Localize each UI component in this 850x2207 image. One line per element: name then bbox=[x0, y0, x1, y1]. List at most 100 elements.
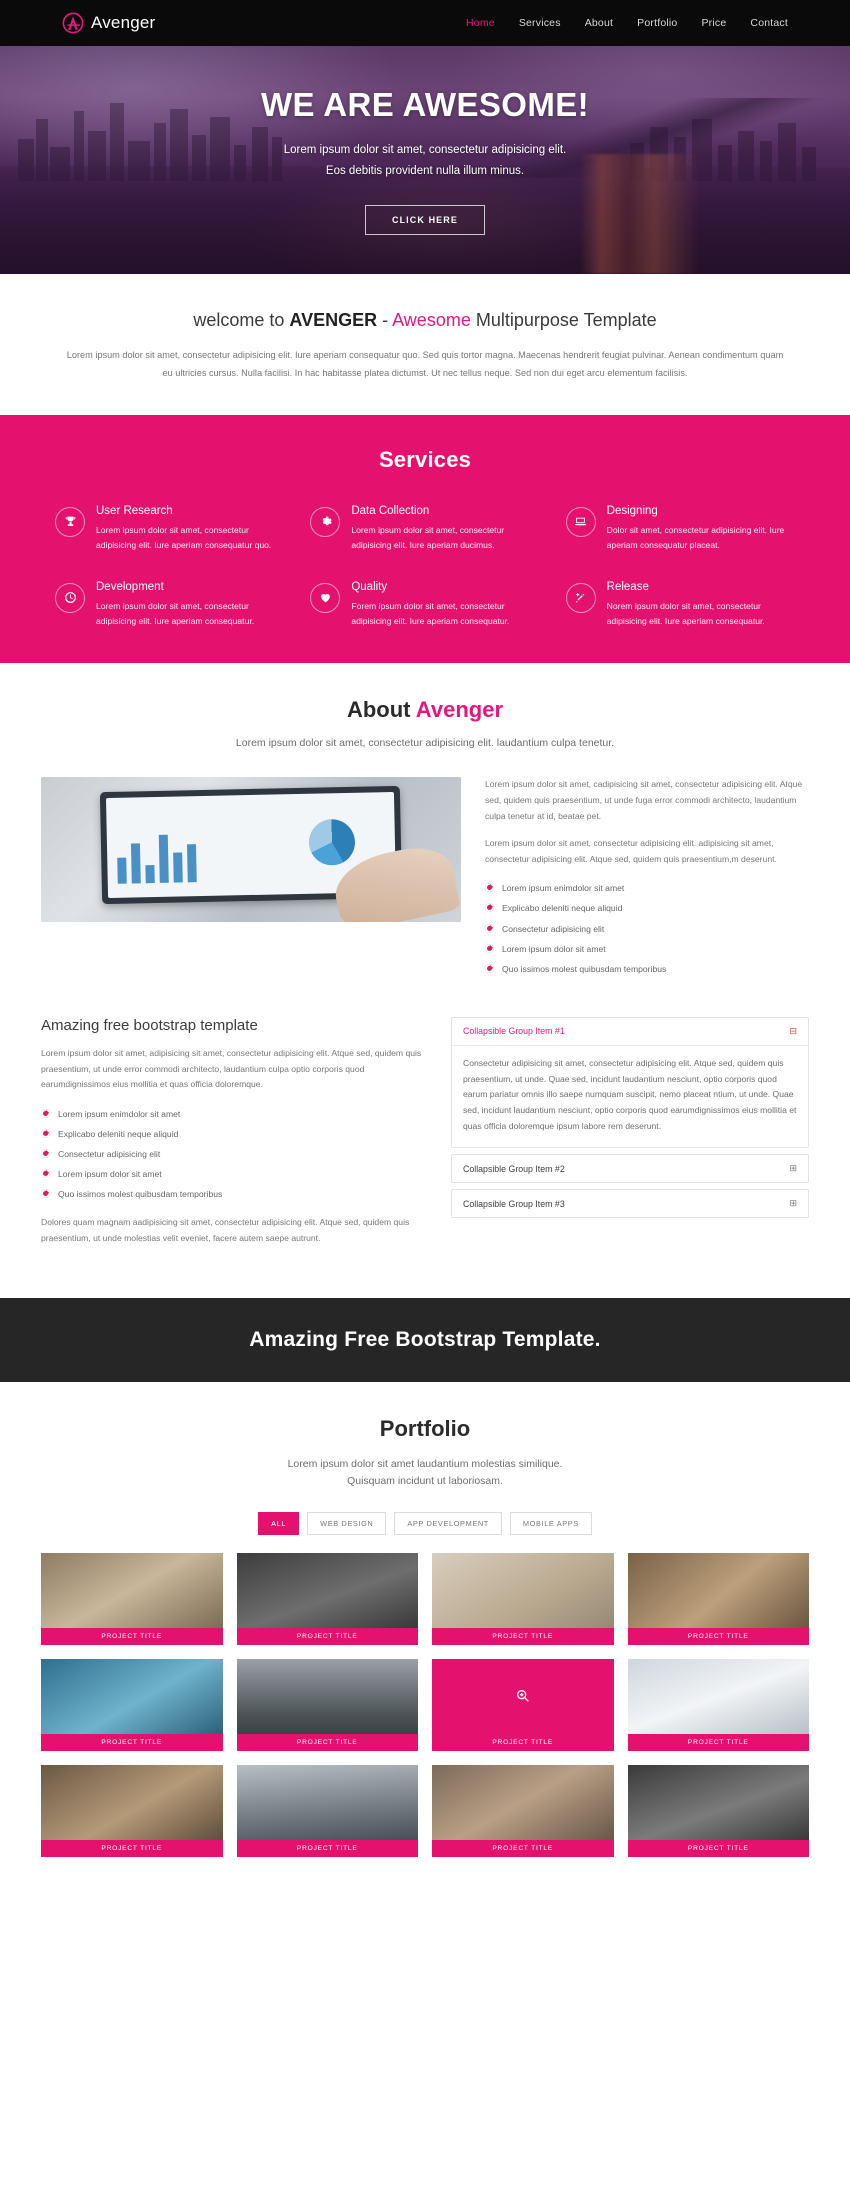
portfolio-grid: PROJECT TITLE PROJECT TITLE PROJECT TITL… bbox=[41, 1552, 809, 1875]
bootstrap-section: Amazing free bootstrap template Lorem ip… bbox=[0, 988, 850, 1299]
accordion-title: Collapsible Group Item #3 bbox=[463, 1198, 565, 1209]
filter-all[interactable]: ALL bbox=[258, 1511, 300, 1535]
portfolio-heading: Portfolio bbox=[379, 1416, 471, 1442]
service-text: Lorem ipsum dolor sit amet, consectetur … bbox=[96, 600, 255, 626]
portfolio-item[interactable]: PROJECT TITLE bbox=[627, 1552, 809, 1645]
nav-link-services[interactable]: Services bbox=[519, 17, 561, 29]
list-item: Explicabo deleniti neque aliquid bbox=[485, 898, 809, 918]
service-card-release[interactable]: Release Norem ipsum dolor sit amet, cons… bbox=[565, 580, 795, 629]
service-card-development[interactable]: Development Lorem ipsum dolor sit amet, … bbox=[55, 581, 284, 629]
hero-subtitle-line1: Lorem ipsum dolor sit amet, consectetur … bbox=[283, 144, 567, 156]
bootstrap-heading: Amazing free bootstrap template bbox=[41, 1016, 258, 1034]
service-card-data-collection[interactable]: Data Collection Lorem ipsum dolor sit am… bbox=[310, 505, 539, 553]
nav-link-price[interactable]: Price bbox=[701, 17, 726, 29]
about-heading-part1: About bbox=[346, 697, 416, 722]
list-item: Lorem ipsum dolor sit amet bbox=[485, 939, 809, 959]
list-item: Lorem ipsum enimdolor sit amet bbox=[41, 1104, 423, 1124]
about-paragraph-2: Lorem ipsum dolor sit amet, consectetur … bbox=[485, 837, 777, 864]
plus-square-icon[interactable]: ⊞ bbox=[789, 1198, 797, 1209]
service-title: Release bbox=[606, 580, 649, 593]
magnifier-zoom-icon[interactable] bbox=[515, 1688, 531, 1704]
plus-square-icon[interactable]: ⊞ bbox=[789, 1163, 797, 1174]
accordion-panel-3: Collapsible Group Item #3 ⊞ bbox=[451, 1189, 809, 1219]
service-card-quality[interactable]: Quality Forem ipsum dolor sit amet, cons… bbox=[310, 581, 539, 629]
service-card-designing[interactable]: Designing Dolor sit amet, consectetur ad… bbox=[565, 504, 795, 553]
heart-icon bbox=[310, 582, 341, 613]
portfolio-item[interactable]: PROJECT TITLE bbox=[432, 1764, 614, 1857]
portfolio-item[interactable]: PROJECT TITLE bbox=[236, 1764, 418, 1857]
welcome-title-part1: welcome to bbox=[193, 310, 290, 330]
list-item: Lorem ipsum enimdolor sit amet bbox=[485, 878, 809, 898]
clock-icon bbox=[55, 582, 85, 613]
portfolio-caption: PROJECT TITLE bbox=[627, 1627, 809, 1645]
service-text: Norem ipsum dolor sit amet, consectetur … bbox=[606, 600, 765, 626]
hero-title: WE ARE AWESOME! bbox=[260, 86, 590, 123]
bootstrap-paragraph-2: Dolores quam magnam aadipisicing sit ame… bbox=[41, 1217, 410, 1244]
nav-link-contact[interactable]: Contact bbox=[750, 17, 788, 29]
portfolio-item[interactable]: PROJECT TITLE bbox=[236, 1658, 418, 1751]
about-paragraph-1: Lorem ipsum dolor sit amet, cadipisicing… bbox=[485, 779, 803, 821]
portfolio-lead-line2: Quisquam incidunt ut laboriosam. bbox=[347, 1475, 503, 1488]
hero-subtitle-line2: Eos debitis provident nulla illum minus. bbox=[325, 165, 525, 178]
bootstrap-left-column: Amazing free bootstrap template Lorem ip… bbox=[41, 1017, 423, 1259]
magic-wand-icon bbox=[565, 582, 596, 613]
portfolio-item[interactable]: PROJECT TITLE bbox=[41, 1658, 223, 1751]
filter-web-design[interactable]: WEB DESIGN bbox=[307, 1511, 387, 1535]
welcome-title: welcome to AVENGER - Awesome Multipurpos… bbox=[0, 310, 850, 331]
service-title: Quality bbox=[351, 580, 388, 593]
accordion-header-3[interactable]: Collapsible Group Item #3 ⊞ bbox=[452, 1190, 808, 1217]
list-item: Quo issimos molest quibusdam temporibus bbox=[485, 959, 809, 979]
about-text: Lorem ipsum dolor sit amet, cadipisicing… bbox=[485, 777, 809, 979]
portfolio-item[interactable]: PROJECT TITLE bbox=[236, 1552, 418, 1645]
portfolio-caption: PROJECT TITLE bbox=[432, 1733, 614, 1751]
filter-app-development[interactable]: APP DEVELOPMENT bbox=[394, 1511, 502, 1535]
portfolio-item-hovered[interactable]: PROJECT TITLE bbox=[432, 1658, 614, 1751]
accordion-body-1: Consectetur adipisicing sit amet, consec… bbox=[452, 1044, 808, 1147]
avenger-a-logo-icon bbox=[62, 12, 84, 34]
portfolio-item[interactable]: PROJECT TITLE bbox=[627, 1658, 809, 1751]
nav-link-home[interactable]: Home bbox=[466, 17, 495, 29]
laptop-icon bbox=[565, 506, 596, 537]
accordion-header-2[interactable]: Collapsible Group Item #2 ⊞ bbox=[452, 1155, 808, 1182]
accordion-title: Collapsible Group Item #2 bbox=[463, 1163, 565, 1174]
hero-content: WE ARE AWESOME! Lorem ipsum dolor sit am… bbox=[0, 46, 850, 235]
nav-link-about[interactable]: About bbox=[585, 17, 613, 29]
brand[interactable]: Avenger bbox=[62, 12, 155, 34]
accordion-title: Collapsible Group Item #1 bbox=[463, 1026, 565, 1037]
about-heading-accent: Avenger bbox=[415, 697, 504, 722]
trophy-icon bbox=[55, 506, 85, 537]
portfolio-item[interactable]: PROJECT TITLE bbox=[41, 1764, 223, 1857]
cta-banner: Amazing Free Bootstrap Template. bbox=[0, 1298, 850, 1383]
gear-icon bbox=[310, 506, 341, 537]
list-item: Explicabo deleniti neque aliquid bbox=[41, 1124, 423, 1144]
service-title: Designing bbox=[606, 504, 658, 517]
portfolio-item[interactable]: PROJECT TITLE bbox=[432, 1552, 614, 1645]
service-title: Data Collection bbox=[351, 504, 430, 517]
about-heading: About Avenger bbox=[0, 697, 850, 723]
welcome-title-bold: AVENGER bbox=[289, 310, 378, 330]
about-image bbox=[41, 777, 461, 922]
portfolio-caption: PROJECT TITLE bbox=[432, 1839, 614, 1857]
nav-links: Home Services About Portfolio Price Cont… bbox=[466, 17, 788, 29]
service-text: Lorem ipsum dolor sit amet, consectetur … bbox=[351, 524, 505, 550]
nav-link-portfolio[interactable]: Portfolio bbox=[637, 17, 677, 29]
list-item: Consectetur adipisicing elit bbox=[41, 1144, 423, 1164]
portfolio-filters: ALL WEB DESIGN APP DEVELOPMENT MOBILE AP… bbox=[0, 1511, 850, 1535]
service-card-user-research[interactable]: User Research Lorem ipsum dolor sit amet… bbox=[55, 505, 284, 553]
hero-cta-button[interactable]: CLICK HERE bbox=[364, 204, 485, 235]
portfolio-item[interactable]: PROJECT TITLE bbox=[627, 1764, 809, 1857]
list-item: Lorem ipsum dolor sit amet bbox=[41, 1164, 423, 1184]
bootstrap-row: Amazing free bootstrap template Lorem ip… bbox=[41, 1016, 809, 1259]
minus-square-icon[interactable]: ⊟ bbox=[789, 1026, 797, 1037]
welcome-title-dash: - bbox=[377, 310, 393, 330]
portfolio-item[interactable]: PROJECT TITLE bbox=[41, 1552, 223, 1645]
services-section: Services User Research Lorem ipsum dolor… bbox=[0, 414, 850, 663]
brand-name: Avenger bbox=[91, 13, 156, 32]
list-item: Quo issimos molest quibusdam temporibus bbox=[41, 1184, 423, 1204]
accordion-header-1[interactable]: Collapsible Group Item #1 ⊟ bbox=[452, 1018, 808, 1045]
portfolio-caption: PROJECT TITLE bbox=[627, 1839, 809, 1857]
portfolio-caption: PROJECT TITLE bbox=[432, 1627, 614, 1645]
filter-mobile-apps[interactable]: MOBILE APPS bbox=[509, 1511, 592, 1535]
portfolio-caption: PROJECT TITLE bbox=[41, 1627, 223, 1645]
welcome-paragraph: Lorem ipsum dolor sit amet, consectetur … bbox=[66, 350, 784, 378]
